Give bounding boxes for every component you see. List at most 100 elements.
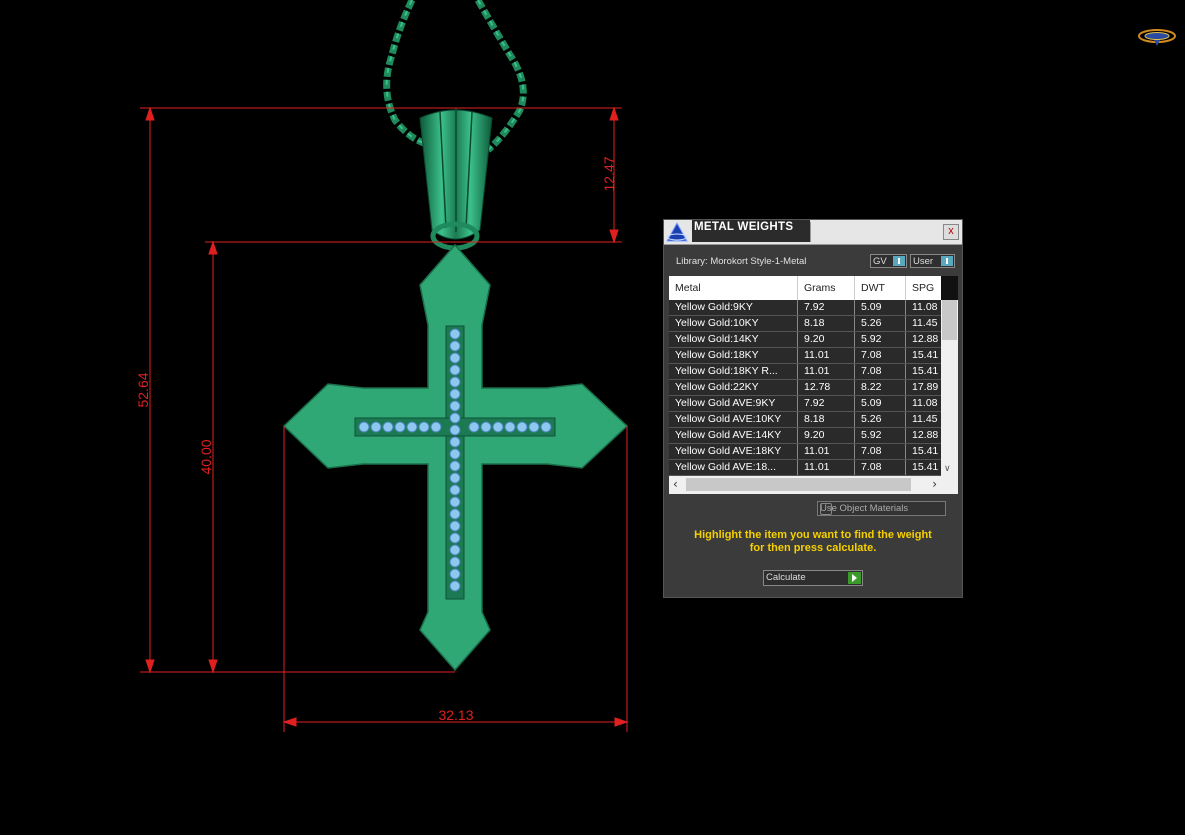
table-header: Metal Grams DWT SPG xyxy=(669,276,941,300)
table-row[interactable]: Yellow Gold AVE:14KY 9.20 5.92 12.88 xyxy=(669,428,941,444)
gv-toggle[interactable]: GV xyxy=(870,254,907,268)
column-header-spg[interactable]: SPG xyxy=(906,276,946,300)
cross-pendant xyxy=(282,243,629,672)
scroll-left-icon[interactable]: ‹ xyxy=(673,477,678,491)
cell-dwt: 7.08 xyxy=(855,444,906,459)
cell-grams: 9.20 xyxy=(798,332,855,347)
table-row[interactable]: Yellow Gold AVE:18KY 11.01 7.08 15.41 xyxy=(669,444,941,460)
cell-spg: 17.89 xyxy=(912,381,939,393)
table-row[interactable]: Yellow Gold:9KY 7.92 5.09 11.08 xyxy=(669,300,941,316)
radio-icon[interactable] xyxy=(820,503,832,515)
table-row[interactable]: Yellow Gold AVE:18... 11.01 7.08 15.41 xyxy=(669,460,941,476)
cell-spg: 11.08 xyxy=(912,397,938,409)
calculate-button[interactable]: Calculate xyxy=(763,570,863,586)
app-logo-icon xyxy=(1138,29,1176,46)
cell-dwt: 5.92 xyxy=(855,332,906,347)
scrollbar-header-cap xyxy=(941,276,958,300)
cell-dwt: 5.26 xyxy=(855,412,906,427)
cell-spg: 15.41 xyxy=(912,365,939,377)
cell-grams: 11.01 xyxy=(798,460,855,475)
instruction-line-1: Highlight the item you want to find the … xyxy=(694,529,932,541)
model-view: 52.64 40.00 12.47 32.13 xyxy=(135,0,629,732)
cell-spg: 15.41 xyxy=(912,445,939,457)
cell-metal: Yellow Gold:10KY xyxy=(669,316,798,331)
instruction-line-2: for then press calculate. xyxy=(749,542,877,554)
cell-spg: 15.41 xyxy=(912,349,939,361)
cell-spg: 12.88 xyxy=(912,333,939,345)
cell-grams: 7.92 xyxy=(798,300,855,315)
cell-grams: 8.18 xyxy=(798,412,855,427)
cell-grams: 11.01 xyxy=(798,364,855,379)
cell-dwt: 7.08 xyxy=(855,364,906,379)
gv-label: GV xyxy=(873,256,887,267)
cell-dwt: 5.26 xyxy=(855,316,906,331)
cell-dwt: 5.09 xyxy=(855,396,906,411)
bail xyxy=(419,108,493,251)
scroll-right-icon[interactable]: › xyxy=(932,477,937,491)
scrollbar-corner xyxy=(941,476,958,494)
dimension-total-height: 52.64 xyxy=(135,372,151,407)
cell-grams: 9.20 xyxy=(798,428,855,443)
vertical-scroll-thumb[interactable] xyxy=(942,300,957,340)
dialog-title: METAL WEIGHTS xyxy=(694,221,794,233)
table-row[interactable]: Yellow Gold:18KY 11.01 7.08 15.41 xyxy=(669,348,941,364)
cell-metal: Yellow Gold AVE:18... xyxy=(669,460,798,475)
dimension-body-height: 40.00 xyxy=(198,439,214,474)
table-row[interactable]: Yellow Gold:18KY R... 11.01 7.08 15.41 xyxy=(669,364,941,380)
use-object-materials-label: Use Object Materials xyxy=(820,503,909,514)
horizontal-scroll-thumb[interactable] xyxy=(686,478,911,491)
table-row[interactable]: Yellow Gold:14KY 9.20 5.92 12.88 xyxy=(669,332,941,348)
cell-metal: Yellow Gold:18KY R... xyxy=(669,364,798,379)
cell-metal: Yellow Gold:22KY xyxy=(669,380,798,395)
vertical-scrollbar[interactable]: ∨ xyxy=(941,276,958,476)
table-row[interactable]: Yellow Gold:10KY 8.18 5.26 11.45 xyxy=(669,316,941,332)
gv-switch-icon xyxy=(893,256,905,266)
dialog-titlebar[interactable]: METAL WEIGHTS x xyxy=(664,220,962,245)
horizontal-scrollbar[interactable]: ‹ › xyxy=(669,476,941,494)
close-button[interactable]: x xyxy=(943,224,959,240)
viewport[interactable]: 52.64 40.00 12.47 32.13 xyxy=(0,0,1185,831)
cell-dwt: 7.08 xyxy=(855,460,906,475)
table-body: Yellow Gold:9KY 7.92 5.09 11.08 Yellow Gold:… xyxy=(669,300,941,476)
cell-grams: 11.01 xyxy=(798,348,855,363)
cell-metal: Yellow Gold:18KY xyxy=(669,348,798,363)
cell-spg: 11.45 xyxy=(912,317,938,329)
cell-grams: 8.18 xyxy=(798,316,855,331)
instruction-message: Highlight the item you want to find the … xyxy=(664,529,962,555)
play-arrow-icon xyxy=(848,572,861,584)
cell-grams: 12.78 xyxy=(798,380,855,395)
table-row[interactable]: Yellow Gold AVE:9KY 7.92 5.09 11.08 xyxy=(669,396,941,412)
table-row[interactable]: Yellow Gold AVE:10KY 8.18 5.26 11.45 xyxy=(669,412,941,428)
table-row[interactable]: Yellow Gold:22KY 12.78 8.22 17.89 xyxy=(669,380,941,396)
dialog-title-box: METAL WEIGHTS xyxy=(692,220,810,242)
cell-metal: Yellow Gold AVE:10KY xyxy=(669,412,798,427)
plugin-logo-icon xyxy=(666,221,688,242)
dimension-width: 32.13 xyxy=(438,707,473,723)
cell-dwt: 7.08 xyxy=(855,348,906,363)
column-header-metal[interactable]: Metal xyxy=(669,276,798,300)
column-header-grams[interactable]: Grams xyxy=(798,276,855,300)
cell-spg: 15.41 xyxy=(912,461,939,473)
cell-metal: Yellow Gold:9KY xyxy=(669,300,798,315)
calculate-label: Calculate xyxy=(766,572,806,583)
cell-spg: 11.08 xyxy=(912,301,938,313)
user-switch-icon xyxy=(941,256,953,266)
cell-grams: 7.92 xyxy=(798,396,855,411)
cell-grams: 11.01 xyxy=(798,444,855,459)
cell-metal: Yellow Gold AVE:14KY xyxy=(669,428,798,443)
metal-table[interactable]: Metal Grams DWT SPG Yellow Gold:9KY 7.92 5… xyxy=(669,276,958,494)
library-label: Library: Morokort Style-1-Metal xyxy=(676,256,807,267)
cell-spg: 11.45 xyxy=(912,413,938,425)
cell-metal: Yellow Gold:14KY xyxy=(669,332,798,347)
scroll-down-icon[interactable]: ∨ xyxy=(944,464,951,474)
cell-dwt: 8.22 xyxy=(855,380,906,395)
cell-dwt: 5.09 xyxy=(855,300,906,315)
user-toggle[interactable]: User xyxy=(910,254,955,268)
use-object-materials-option[interactable]: Use Object Materials xyxy=(817,501,946,516)
metal-weights-dialog: METAL WEIGHTS x Library: Morokort Style-… xyxy=(663,219,963,598)
user-label: User xyxy=(913,256,934,267)
column-header-dwt[interactable]: DWT xyxy=(855,276,906,300)
cell-dwt: 5.92 xyxy=(855,428,906,443)
dimension-bail-height: 12.47 xyxy=(601,156,617,191)
cell-metal: Yellow Gold AVE:18KY xyxy=(669,444,798,459)
